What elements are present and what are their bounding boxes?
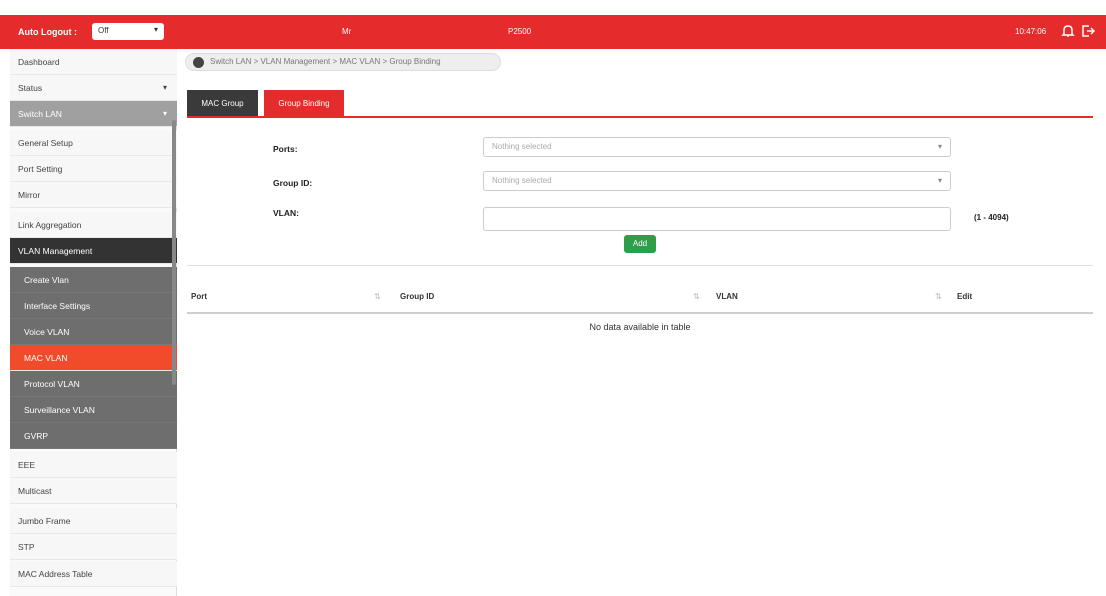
- sidebar-item-create-vlan[interactable]: Create Vlan: [10, 267, 177, 293]
- bell-icon[interactable]: [1060, 23, 1076, 39]
- sidebar-item-dashboard[interactable]: Dashboard: [10, 49, 177, 75]
- sidebar-item-mac-vlan[interactable]: MAC VLAN: [10, 345, 177, 371]
- sidebar: Dashboard Status ▾ Switch LAN ▾ General Se…: [10, 49, 177, 596]
- sidebar-item-voice-vlan[interactable]: Voice VLAN: [10, 319, 177, 345]
- sort-icon[interactable]: ⇅: [693, 292, 700, 301]
- group-id-select[interactable]: Nothing selected ▾: [483, 171, 951, 191]
- breadcrumb: Switch LAN > VLAN Management > MAC VLAN …: [185, 53, 501, 71]
- sidebar-item-status[interactable]: Status ▾: [10, 75, 177, 101]
- sidebar-item-eee[interactable]: EEE: [10, 452, 177, 478]
- sidebar-item-port-setting[interactable]: Port Setting: [10, 156, 177, 182]
- device-name: P2500: [508, 27, 532, 36]
- ports-select-value: Nothing selected: [492, 142, 552, 151]
- column-header-edit[interactable]: Edit: [957, 292, 972, 301]
- column-header-group-id[interactable]: Group ID: [400, 292, 434, 301]
- sidebar-item-switch-lan[interactable]: Switch LAN ▾: [10, 101, 177, 127]
- divider: [187, 265, 1093, 266]
- tab-group-binding[interactable]: Group Binding: [264, 90, 344, 117]
- ports-select[interactable]: Nothing selected ▾: [483, 137, 951, 157]
- home-icon[interactable]: [193, 57, 204, 68]
- model-name: Mr: [342, 27, 352, 36]
- sidebar-item-general-setup[interactable]: General Setup: [10, 130, 177, 156]
- chevron-down-icon: ▾: [937, 176, 942, 185]
- vlan-range-hint: (1 - 4094): [974, 213, 1009, 222]
- tab-mac-group[interactable]: MAC Group: [187, 90, 258, 117]
- group-id-label: Group ID:: [273, 178, 313, 188]
- top-bar: Auto Logout : Off ▾ Mr P2500 10:47:06: [0, 15, 1106, 49]
- sidebar-item-protocol-vlan[interactable]: Protocol VLAN: [10, 371, 177, 397]
- auto-logout-label: Auto Logout :: [18, 27, 77, 37]
- sidebar-item-vlan-management[interactable]: VLAN Management: [10, 238, 177, 264]
- empty-table-message: No data available in table: [589, 322, 691, 332]
- vlan-label: VLAN:: [273, 208, 299, 218]
- sidebar-item-multicast[interactable]: Multicast: [10, 478, 177, 504]
- chevron-down-icon: ▾: [153, 25, 158, 34]
- sidebar-item-mac-address-table[interactable]: MAC Address Table: [10, 561, 177, 587]
- sidebar-item-gvrp[interactable]: GVRP: [10, 423, 177, 449]
- sidebar-item-link-aggregation[interactable]: Link Aggregation: [10, 212, 177, 238]
- auto-logout-value: Off: [98, 26, 109, 35]
- clock: 10:47:06: [1015, 27, 1047, 36]
- sidebar-item-surveillance-vlan[interactable]: Surveillance VLAN: [10, 397, 177, 423]
- column-header-vlan[interactable]: VLAN: [716, 292, 738, 301]
- ports-label: Ports:: [273, 144, 298, 154]
- tab-underline: [187, 116, 1093, 118]
- sort-icon[interactable]: ⇅: [374, 292, 381, 301]
- sort-icon[interactable]: ⇅: [935, 292, 942, 301]
- sidebar-item-jumbo-frame[interactable]: Jumbo Frame: [10, 508, 177, 534]
- vlan-input[interactable]: [483, 207, 951, 231]
- table-header-line: [187, 312, 1093, 314]
- chevron-down-icon: ▾: [937, 142, 942, 151]
- sidebar-scrollbar[interactable]: [172, 120, 176, 385]
- sidebar-item-mirror[interactable]: Mirror: [10, 182, 177, 208]
- logout-icon[interactable]: [1080, 23, 1096, 39]
- chevron-down-icon: ▾: [162, 83, 167, 92]
- sidebar-item-interface-settings[interactable]: Interface Settings: [10, 293, 177, 319]
- add-button[interactable]: Add: [624, 235, 656, 253]
- auto-logout-select[interactable]: Off ▾: [92, 23, 164, 40]
- sidebar-item-stp[interactable]: STP: [10, 534, 177, 560]
- chevron-down-icon: ▾: [162, 109, 167, 118]
- column-header-port[interactable]: Port: [191, 292, 207, 301]
- group-id-select-value: Nothing selected: [492, 176, 552, 185]
- breadcrumb-text: Switch LAN > VLAN Management > MAC VLAN …: [210, 57, 441, 66]
